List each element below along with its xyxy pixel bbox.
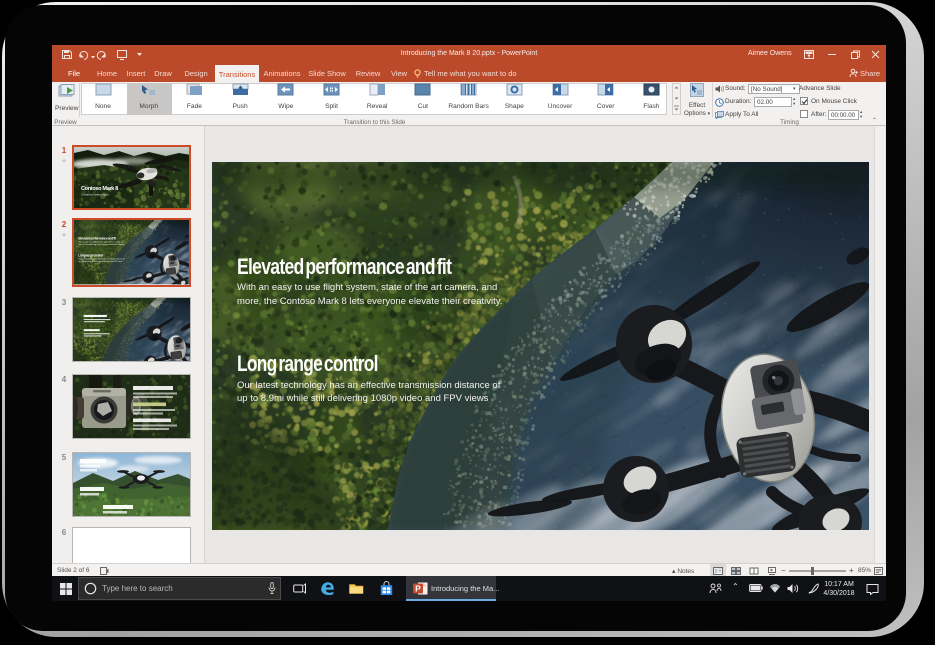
svg-text:Contoso Mark 8: Contoso Mark 8 [81, 186, 118, 192]
svg-text:Creativity takes flight: Creativity takes flight [81, 193, 109, 197]
